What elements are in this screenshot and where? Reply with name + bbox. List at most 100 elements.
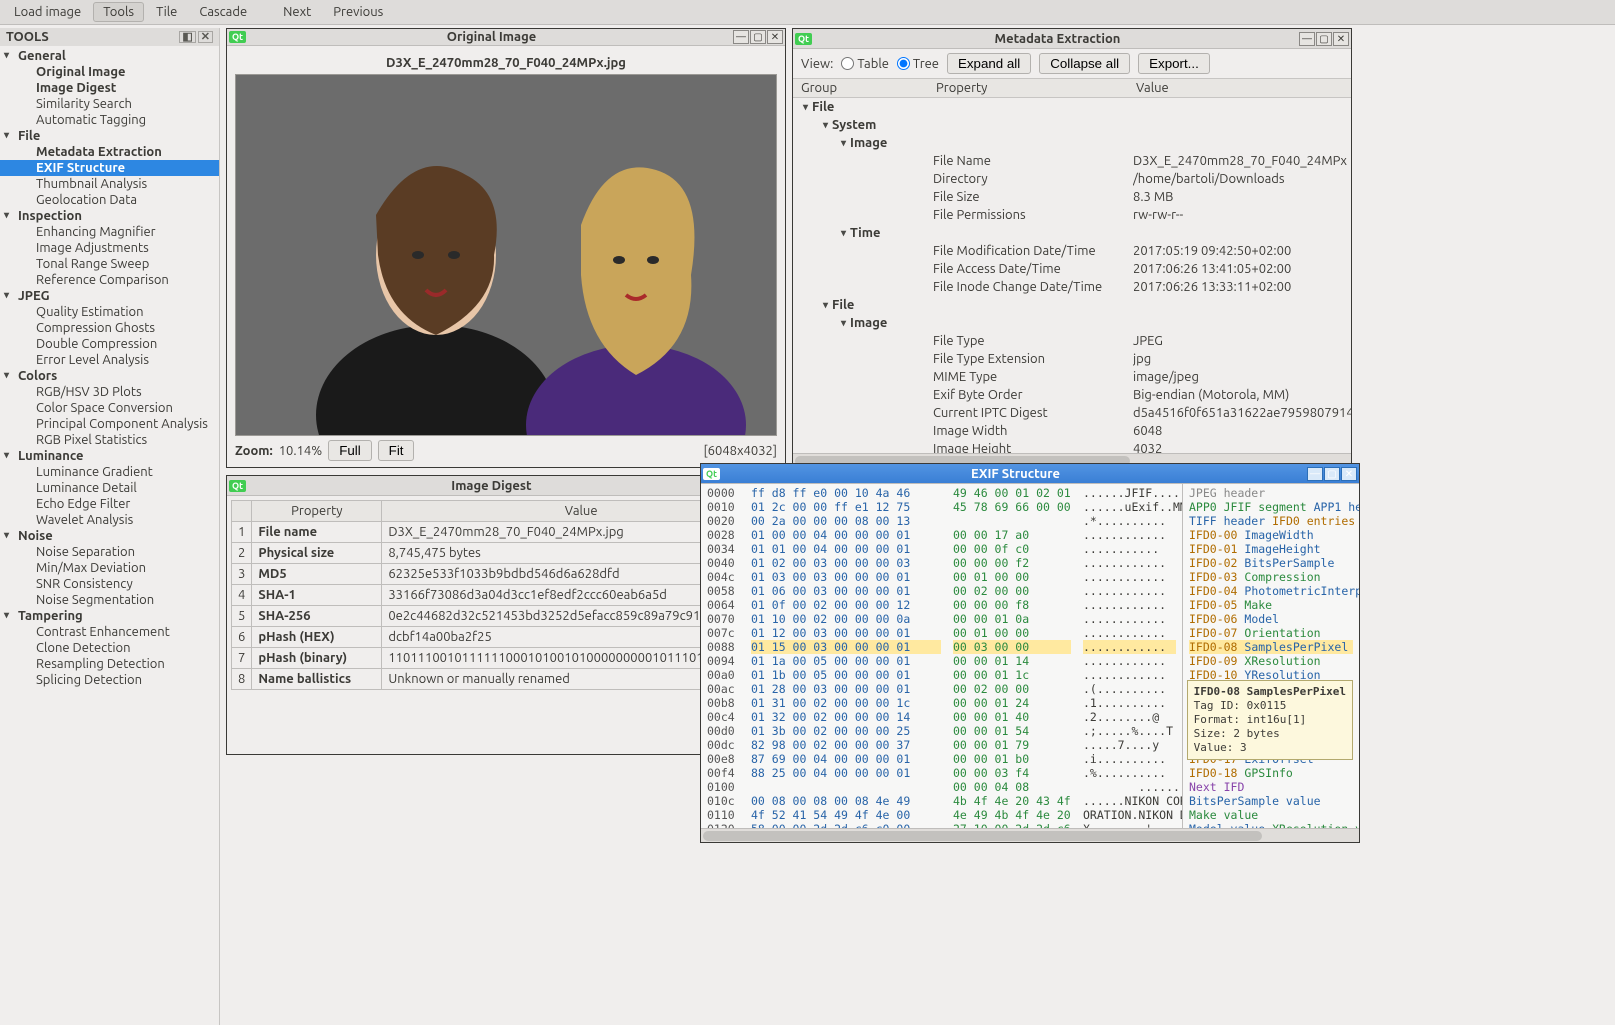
tools-item[interactable]: Min/Max Deviation <box>0 560 219 576</box>
tools-category[interactable]: Tampering <box>0 608 219 624</box>
metadata-group[interactable]: File <box>793 98 1351 116</box>
full-button[interactable]: Full <box>328 440 371 461</box>
metadata-row[interactable]: Image Height4032 <box>793 440 1351 453</box>
tools-item[interactable]: Principal Component Analysis <box>0 416 219 432</box>
scrollbar-horizontal[interactable] <box>701 828 1359 842</box>
tools-item[interactable]: Error Level Analysis <box>0 352 219 368</box>
table-row: 5SHA-2560e2c44682d32c521453bd3252d5efacc… <box>232 606 781 627</box>
maximize-icon[interactable]: ▢ <box>1324 467 1340 481</box>
expand-all-button[interactable]: Expand all <box>947 53 1031 74</box>
maximize-icon[interactable]: ▢ <box>1316 32 1332 46</box>
metadata-group[interactable]: Image <box>793 314 1351 332</box>
tools-item[interactable]: Reference Comparison <box>0 272 219 288</box>
tools-item[interactable]: Noise Segmentation <box>0 592 219 608</box>
metadata-row[interactable]: Directory/home/bartoli/Downloads <box>793 170 1351 188</box>
property-header[interactable]: Property <box>936 81 1136 95</box>
metadata-row[interactable]: File Modification Date/Time2017:05:19 09… <box>793 242 1351 260</box>
tools-item[interactable]: Luminance Gradient <box>0 464 219 480</box>
tools-category[interactable]: File <box>0 128 219 144</box>
tools-item[interactable]: Splicing Detection <box>0 672 219 688</box>
tools-item[interactable]: Luminance Detail <box>0 480 219 496</box>
metadata-row[interactable]: File Size8.3 MB <box>793 188 1351 206</box>
close-icon[interactable]: ✕ <box>198 31 213 43</box>
tools-item[interactable]: Double Compression <box>0 336 219 352</box>
radio-table[interactable]: Table <box>841 57 889 71</box>
tools-item[interactable]: Clone Detection <box>0 640 219 656</box>
minimize-icon[interactable]: — <box>1307 467 1323 481</box>
tools-item[interactable]: Wavelet Analysis <box>0 512 219 528</box>
menu-load-image[interactable]: Load image <box>4 2 91 22</box>
tools-category[interactable]: Luminance <box>0 448 219 464</box>
close-icon[interactable]: ✕ <box>1341 467 1357 481</box>
tools-item[interactable]: Similarity Search <box>0 96 219 112</box>
window-title: Metadata Extraction <box>816 32 1299 46</box>
group-header[interactable]: Group <box>801 81 936 95</box>
tools-item[interactable]: Image Adjustments <box>0 240 219 256</box>
close-icon[interactable]: ✕ <box>1333 32 1349 46</box>
tools-item[interactable]: Metadata Extraction <box>0 144 219 160</box>
window-title: Image Digest <box>250 479 733 493</box>
tools-item[interactable]: Original Image <box>0 64 219 80</box>
metadata-extraction-window: Qt Metadata Extraction — ▢ ✕ View: Table… <box>792 28 1352 468</box>
export-button[interactable]: Export... <box>1138 53 1210 74</box>
tools-item[interactable]: Geolocation Data <box>0 192 219 208</box>
tools-category[interactable]: JPEG <box>0 288 219 304</box>
tools-item[interactable]: Compression Ghosts <box>0 320 219 336</box>
tools-item[interactable]: Resampling Detection <box>0 656 219 672</box>
metadata-row[interactable]: File NameD3X_E_2470mm28_70_F040_24MPx <box>793 152 1351 170</box>
metadata-group[interactable]: File <box>793 296 1351 314</box>
collapse-all-button[interactable]: Collapse all <box>1039 53 1130 74</box>
minimize-icon[interactable]: — <box>1299 32 1315 46</box>
tools-item[interactable]: RGB Pixel Statistics <box>0 432 219 448</box>
maximize-icon[interactable]: ▢ <box>750 30 766 44</box>
metadata-group[interactable]: Time <box>793 224 1351 242</box>
metadata-group[interactable]: System <box>793 116 1351 134</box>
image-viewport[interactable] <box>235 74 777 436</box>
metadata-row[interactable]: File Access Date/Time2017:06:26 13:41:05… <box>793 260 1351 278</box>
tools-category[interactable]: Colors <box>0 368 219 384</box>
tools-item[interactable]: Automatic Tagging <box>0 112 219 128</box>
undock-icon[interactable]: ◧ <box>179 31 195 43</box>
value-header[interactable]: Value <box>1136 81 1343 95</box>
fit-button[interactable]: Fit <box>378 440 415 461</box>
tools-item[interactable]: Contrast Enhancement <box>0 624 219 640</box>
menu-tile[interactable]: Tile <box>146 2 187 22</box>
metadata-row[interactable]: MIME Typeimage/jpeg <box>793 368 1351 386</box>
metadata-row[interactable]: Current IPTC Digestd5a4516f0f651a31622ae… <box>793 404 1351 422</box>
tools-item[interactable]: EXIF Structure <box>0 160 219 176</box>
minimize-icon[interactable]: — <box>733 30 749 44</box>
tools-item[interactable]: Noise Separation <box>0 544 219 560</box>
metadata-row[interactable]: Exif Byte OrderBig-endian (Motorola, MM) <box>793 386 1351 404</box>
tools-item[interactable]: SNR Consistency <box>0 576 219 592</box>
tools-item[interactable]: Color Space Conversion <box>0 400 219 416</box>
metadata-row[interactable]: File Inode Change Date/Time2017:06:26 13… <box>793 278 1351 296</box>
metadata-tree[interactable]: FileSystemImageFile NameD3X_E_2470mm28_7… <box>793 98 1351 453</box>
menu-next[interactable]: Next <box>273 2 321 22</box>
tools-category[interactable]: Noise <box>0 528 219 544</box>
tools-item[interactable]: Echo Edge Filter <box>0 496 219 512</box>
tools-item[interactable]: Thumbnail Analysis <box>0 176 219 192</box>
menu-previous[interactable]: Previous <box>323 2 393 22</box>
tools-item[interactable]: Tonal Range Sweep <box>0 256 219 272</box>
tools-item[interactable]: RGB/HSV 3D Plots <box>0 384 219 400</box>
tools-category[interactable]: General <box>0 48 219 64</box>
property-header[interactable]: Property <box>252 501 382 522</box>
menubar: Load image Tools Tile Cascade Next Previ… <box>0 0 1615 25</box>
metadata-row[interactable]: File Permissionsrw-rw-r-- <box>793 206 1351 224</box>
tools-item[interactable]: Quality Estimation <box>0 304 219 320</box>
tools-item[interactable]: Enhancing Magnifier <box>0 224 219 240</box>
menu-cascade[interactable]: Cascade <box>189 2 257 22</box>
close-icon[interactable]: ✕ <box>767 30 783 44</box>
tools-item[interactable]: Image Digest <box>0 80 219 96</box>
hex-viewer[interactable]: 000000100020002800340040004c005800640070… <box>701 484 1359 828</box>
tags-column: JPEG headerAPP0 JFIF segment APP1 headTI… <box>1183 484 1359 828</box>
metadata-row[interactable]: File Type Extensionjpg <box>793 350 1351 368</box>
metadata-row[interactable]: Image Width6048 <box>793 422 1351 440</box>
menu-tools[interactable]: Tools <box>93 2 144 22</box>
table-row: 1File nameD3X_E_2470mm28_70_F040_24MPx.j… <box>232 522 781 543</box>
metadata-group[interactable]: Image <box>793 134 1351 152</box>
metadata-row[interactable]: File TypeJPEG <box>793 332 1351 350</box>
radio-tree[interactable]: Tree <box>897 57 939 71</box>
tools-category[interactable]: Inspection <box>0 208 219 224</box>
image-filename: D3X_E_2470mm28_70_F040_24MPx.jpg <box>382 52 630 74</box>
